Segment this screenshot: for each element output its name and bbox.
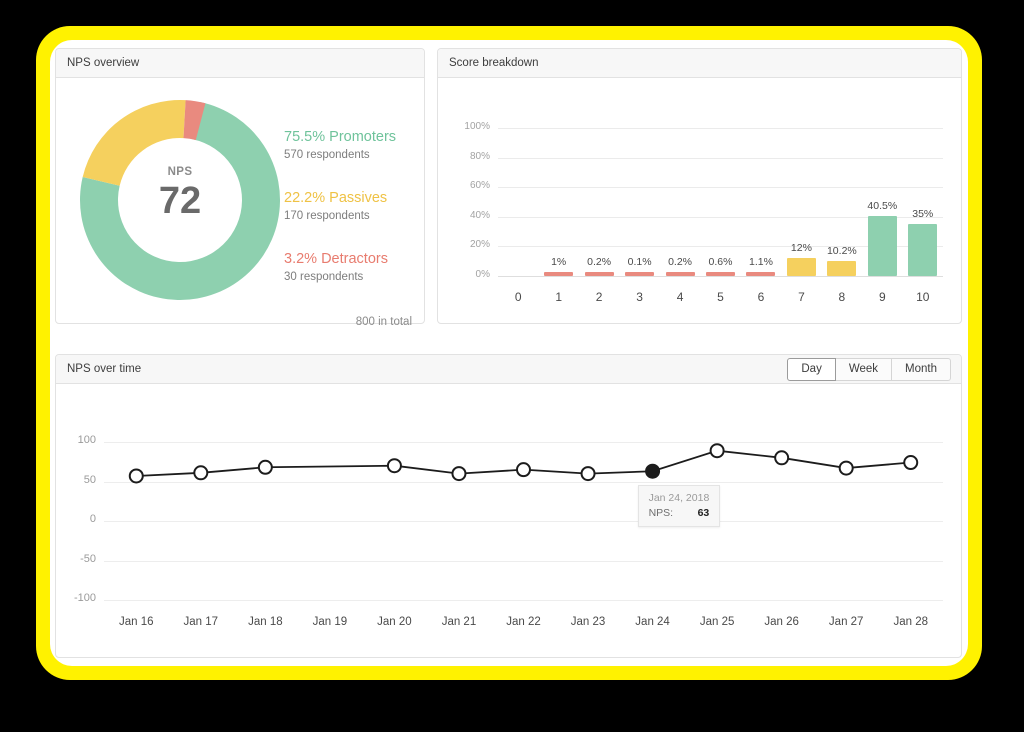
line-x-axis-tick: Jan 20 bbox=[377, 616, 412, 628]
nps-over-time-header: NPS over time Day Week Month bbox=[56, 355, 961, 384]
nps-point-marker[interactable] bbox=[580, 466, 596, 482]
bar-segment[interactable] bbox=[908, 224, 938, 276]
nps-point-marker[interactable] bbox=[386, 458, 402, 474]
bar-x-axis-tick: 0 bbox=[514, 290, 522, 304]
bar-segment[interactable] bbox=[625, 272, 655, 276]
line-x-axis-tick: Jan 16 bbox=[119, 616, 154, 628]
line-x-axis-tick: Jan 27 bbox=[828, 616, 864, 628]
score-breakdown-chart: 0% 20% 40% 60% 80% 100% 0 1% 1 0.2% 2 0.1% 3 0.2% 4 0.6… bbox=[438, 78, 961, 324]
bar-value-label: 10.2% bbox=[826, 244, 857, 257]
nps-point-marker[interactable] bbox=[451, 466, 467, 482]
bar-gridline bbox=[498, 157, 943, 159]
time-range-week-button[interactable]: Week bbox=[835, 357, 893, 381]
bar-y-axis-tick: 40% bbox=[469, 209, 490, 221]
donut-center-label: NPS bbox=[167, 166, 193, 178]
legend-passives-count: 170 respondents bbox=[284, 210, 370, 222]
nps-over-time-body: 100 50 0 -50 -100 Jan 16 Jan 17 Jan 18 Jan 19 Jan… bbox=[56, 384, 961, 658]
nps-overview-body: NPS 72 75.5% Promoters 570 respondents 2… bbox=[56, 78, 424, 328]
tooltip-metric-value: 63 bbox=[697, 507, 710, 520]
bar-x-axis-tick: 7 bbox=[798, 290, 805, 304]
bar-x-axis-tick: 1 bbox=[555, 290, 563, 304]
nps-point-marker[interactable] bbox=[193, 465, 209, 481]
nps-over-time-title: NPS over time bbox=[67, 363, 142, 375]
legend-promoters-pct: 75.5% Promoters bbox=[284, 129, 397, 145]
bar-value-label: 1.1% bbox=[748, 256, 773, 268]
nps-point-marker[interactable] bbox=[516, 462, 531, 478]
legend-item-detractors: 3.2% Detractors 30 respondents bbox=[284, 250, 419, 286]
line-x-axis-tick: Jan 17 bbox=[183, 616, 219, 628]
tooltip-date: Jan 24, 2018 bbox=[648, 492, 710, 505]
screenshot-root: NPS overview NPS 72 75.5% Promoters 570 … bbox=[0, 0, 1024, 732]
bar-segment[interactable] bbox=[867, 216, 897, 276]
score-breakdown-title: Score breakdown bbox=[449, 57, 539, 69]
nps-point-marker[interactable] bbox=[838, 460, 854, 476]
legend-item-promoters: 75.5% Promoters 570 respondents bbox=[284, 128, 419, 164]
bar-segment[interactable] bbox=[584, 272, 614, 276]
time-range-month-button[interactable]: Month bbox=[892, 357, 951, 381]
bar-x-axis-tick: 4 bbox=[676, 290, 684, 304]
bar-x-axis-line bbox=[498, 276, 943, 277]
nps-point-marker[interactable] bbox=[903, 455, 919, 471]
line-x-axis-tick: Jan 28 bbox=[893, 616, 928, 628]
legend-detractors-count: 30 respondents bbox=[284, 271, 364, 283]
bar-segment[interactable] bbox=[706, 272, 735, 276]
legend-item-passives: 22.2% Passives 170 respondents bbox=[284, 189, 419, 225]
bar-x-axis-tick: 8 bbox=[838, 290, 846, 304]
nps-overview-card: NPS overview NPS 72 75.5% Promoters 570 … bbox=[55, 48, 425, 328]
respondents-total-label: 800 in total bbox=[355, 316, 412, 328]
nps-point-marker[interactable] bbox=[257, 459, 273, 475]
tooltip-metric-label: NPS: bbox=[648, 507, 674, 520]
bar-x-axis-tick: 10 bbox=[916, 290, 930, 304]
tooltip-value-row: NPS: 63 bbox=[649, 507, 710, 519]
line-x-axis-tick: Jan 24 bbox=[635, 616, 670, 628]
bar-x-axis-tick: 6 bbox=[757, 290, 765, 304]
nps-point-tooltip: Jan 24, 2018 NPS: 63 bbox=[637, 485, 721, 528]
legend-detractors-pct: 3.2% Detractors bbox=[284, 251, 388, 267]
line-x-axis-tick: Jan 23 bbox=[570, 616, 606, 628]
bar-segment[interactable] bbox=[544, 272, 574, 276]
line-x-axis-tick: Jan 21 bbox=[441, 616, 477, 628]
bar-y-axis-tick: 20% bbox=[469, 239, 490, 251]
bar-x-axis-tick: 2 bbox=[595, 290, 603, 304]
line-x-axis-tick: Jan 22 bbox=[506, 616, 541, 628]
nps-point-marker[interactable] bbox=[774, 450, 790, 466]
line-x-axis-tick: Jan 26 bbox=[764, 616, 799, 628]
nps-point-marker-selected[interactable] bbox=[645, 463, 661, 479]
nps-overview-header: NPS overview bbox=[56, 49, 424, 78]
legend-passives-pct: 22.2% Passives bbox=[284, 190, 388, 206]
bar-segment[interactable] bbox=[665, 272, 695, 276]
bar-y-axis-tick: 80% bbox=[469, 150, 490, 162]
bar-y-axis-tick: 60% bbox=[469, 180, 490, 192]
bar-value-label: 35% bbox=[912, 208, 934, 221]
legend-promoters-count: 570 respondents bbox=[284, 149, 370, 161]
bar-gridline bbox=[498, 187, 943, 189]
nps-over-time-chart: 100 50 0 -50 -100 Jan 16 Jan 17 Jan 18 Jan 19 Jan… bbox=[56, 384, 961, 658]
bar-segment[interactable] bbox=[827, 260, 857, 276]
score-breakdown-body: 0% 20% 40% 60% 80% 100% 0 1% 1 0.2% 2 0.1% 3 0.2% 4 0.6… bbox=[438, 78, 961, 324]
nps-over-time-card: NPS over time Day Week Month 100 50 0 -50 -1… bbox=[55, 354, 962, 658]
bar-segment[interactable] bbox=[786, 258, 816, 276]
nps-point-marker[interactable] bbox=[128, 468, 144, 484]
line-x-axis-tick: Jan 18 bbox=[248, 616, 283, 628]
time-range-toggle-group[interactable]: Day Week Month bbox=[787, 357, 951, 381]
bar-y-axis-tick: 0% bbox=[475, 269, 490, 280]
nps-overview-title: NPS overview bbox=[67, 57, 140, 69]
nps-legend: 75.5% Promoters 570 respondents 22.2% Pa… bbox=[284, 128, 419, 311]
nps-point-marker[interactable] bbox=[709, 443, 725, 459]
bar-x-axis-tick: 5 bbox=[717, 290, 724, 304]
bar-y-axis-tick: 100% bbox=[464, 121, 490, 132]
time-range-day-button[interactable]: Day bbox=[787, 357, 836, 381]
bar-x-axis-tick: 9 bbox=[878, 290, 886, 304]
nps-donut-chart: NPS 72 bbox=[70, 90, 290, 310]
line-x-axis-tick: Jan 19 bbox=[312, 616, 348, 628]
donut-center-value: 72 bbox=[158, 180, 202, 222]
line-x-axis-tick: Jan 25 bbox=[699, 616, 735, 628]
bar-x-axis-tick: 3 bbox=[636, 290, 643, 304]
bar-segment[interactable] bbox=[746, 272, 776, 276]
score-breakdown-header: Score breakdown bbox=[438, 49, 961, 78]
bar-gridline bbox=[498, 128, 943, 129]
score-breakdown-card: Score breakdown 0% 20% 40% 60% 80% 100% 0 1% 1 0.… bbox=[437, 48, 962, 324]
